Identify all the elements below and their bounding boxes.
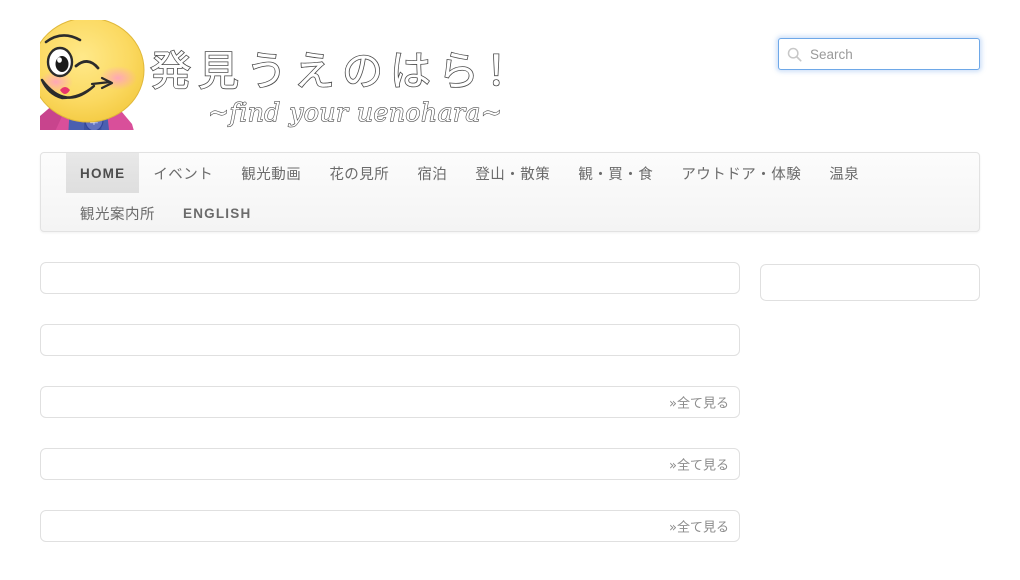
main-content: »全て見る »全て見る »全て見る (0, 0, 1020, 580)
page-root: 幸 (0, 0, 1020, 580)
content-block-2[interactable] (40, 324, 740, 356)
content-block-4[interactable]: »全て見る (40, 448, 740, 480)
view-all-link-4[interactable]: »全て見る (669, 455, 729, 474)
view-all-link-3[interactable]: »全て見る (669, 393, 729, 412)
view-all-link-5[interactable]: »全て見る (669, 517, 729, 536)
content-block-3[interactable]: »全て見る (40, 386, 740, 418)
content-block-1[interactable] (40, 262, 740, 294)
sidebar-block-1[interactable] (760, 264, 980, 301)
content-block-5[interactable]: »全て見る (40, 510, 740, 542)
